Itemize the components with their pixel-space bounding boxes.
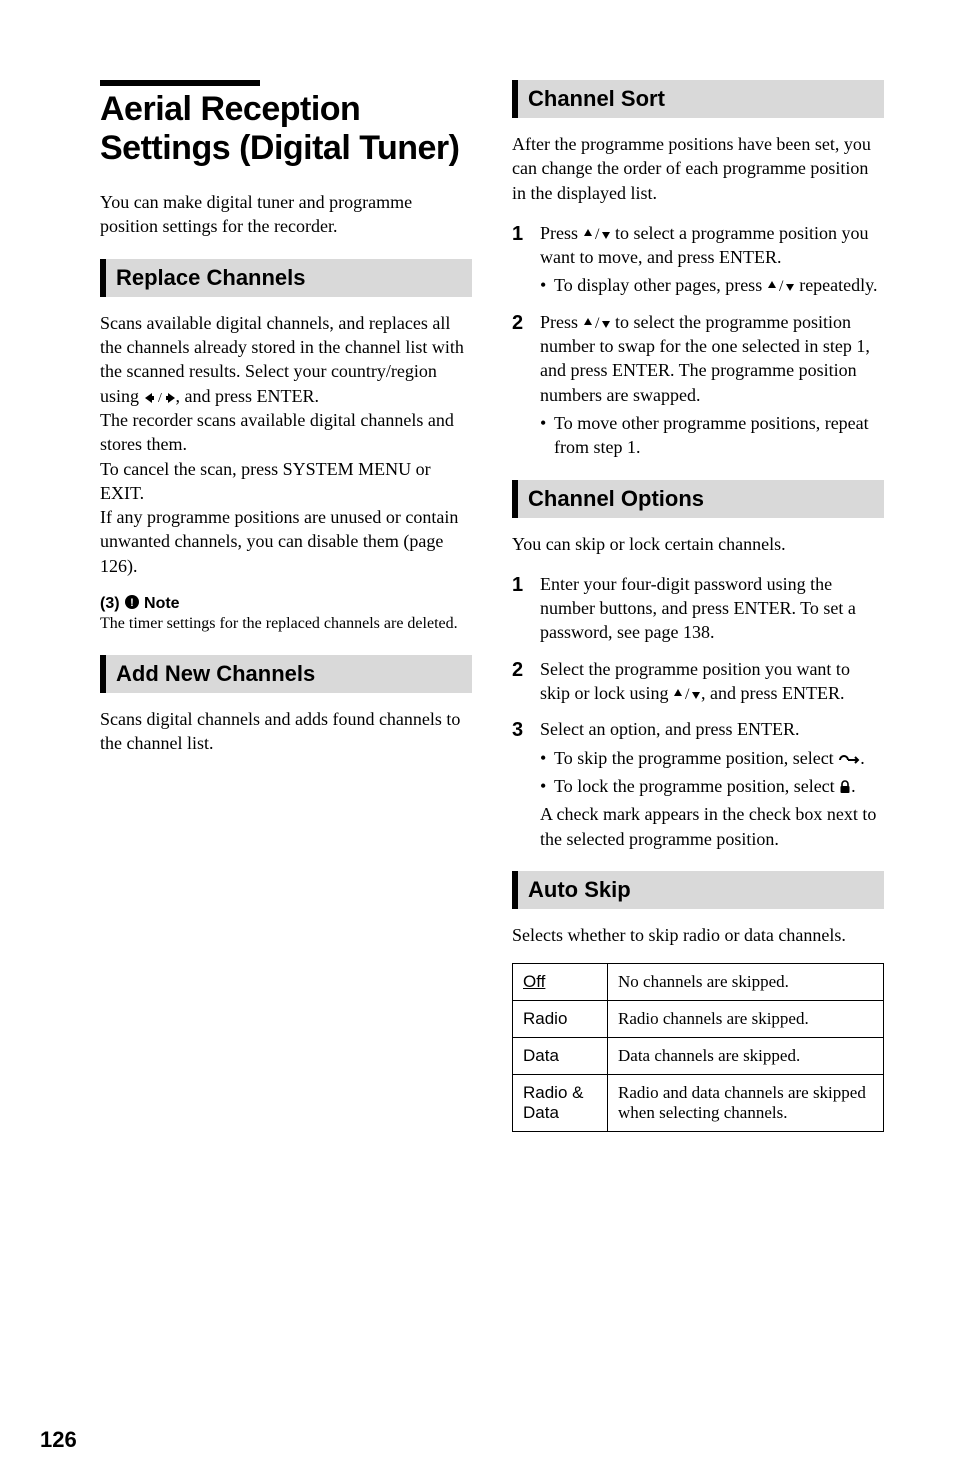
autoskip-intro: Selects whether to skip radio or data ch…: [512, 923, 884, 947]
replace-p3: The recorder scans available digital cha…: [100, 410, 454, 454]
replace-p5: If any programme positions are unused or…: [100, 507, 458, 576]
sort-step-2-sub: To move other programme positions, repea…: [540, 411, 884, 460]
up-down-arrow-icon: /: [767, 275, 795, 295]
options-intro: You can skip or lock certain channels.: [512, 532, 884, 556]
note-text: The timer settings for the replaced chan…: [100, 613, 472, 635]
opt-key: Radio: [513, 1001, 608, 1038]
section-heading-add: Add New Channels: [100, 655, 472, 693]
note-block: ! Note The timer settings for the replace…: [100, 594, 472, 635]
svg-text:!: !: [130, 597, 134, 609]
replace-para: Scans available digital channels, and re…: [100, 311, 472, 578]
page-title: Aerial Reception Settings (Digital Tuner…: [100, 90, 472, 168]
options-step-3-sub2: To lock the programme position, select .: [540, 774, 884, 798]
svg-text:/: /: [595, 316, 600, 330]
svg-text:/: /: [158, 392, 162, 404]
table-row: Off No channels are skipped.: [513, 964, 884, 1001]
skip-icon: [838, 754, 860, 766]
replace-p4: To cancel the scan, press SYSTEM MENU or…: [100, 459, 431, 503]
note-icon: !: [124, 594, 140, 610]
options-step-3: Select an option, and press ENTER. To sk…: [512, 717, 884, 850]
table-row: Data Data channels are skipped.: [513, 1038, 884, 1075]
opt-val: Radio channels are skipped.: [608, 1001, 884, 1038]
left-right-arrow-icon: /: [144, 386, 176, 406]
svg-text:/: /: [779, 279, 784, 293]
section-heading-options: Channel Options: [512, 480, 884, 518]
lock-icon: [839, 780, 851, 794]
up-down-arrow-icon: /: [583, 312, 611, 332]
section-heading-sort: Channel Sort: [512, 80, 884, 118]
table-row: Radio & Data Radio and data channels are…: [513, 1075, 884, 1132]
opt-key: Radio & Data: [513, 1075, 608, 1132]
options-step-1: Enter your four-digit password using the…: [512, 572, 884, 645]
options-step-3-sub1: To skip the programme position, select .: [540, 746, 884, 770]
svg-text:/: /: [595, 227, 600, 241]
svg-text:/: /: [685, 687, 690, 701]
sort-intro: After the programme positions have been …: [512, 132, 884, 205]
opt-val: Radio and data channels are skipped when…: [608, 1075, 884, 1132]
intro-text: You can make digital tuner and programme…: [100, 190, 472, 239]
note-heading: Note: [144, 595, 180, 612]
section-heading-replace: Replace Channels: [100, 259, 472, 297]
sort-steps: Press / to select a programme position y…: [512, 221, 884, 460]
options-step-2: Select the programme position you want t…: [512, 657, 884, 706]
up-down-arrow-icon: /: [583, 223, 611, 243]
page-number: 126: [40, 1427, 77, 1453]
sort-step-1-sub: To display other pages, press / repeated…: [540, 273, 884, 297]
options-step-3-tail: A check mark appears in the check box ne…: [540, 804, 876, 848]
table-row: Radio Radio channels are skipped.: [513, 1001, 884, 1038]
add-text: Scans digital channels and adds found ch…: [100, 707, 472, 756]
options-steps: Enter your four-digit password using the…: [512, 572, 884, 851]
replace-p2b: , and press ENTER.: [176, 386, 319, 406]
title-rule: [100, 80, 260, 86]
autoskip-table: Off No channels are skipped. Radio Radio…: [512, 963, 884, 1132]
opt-val: Data channels are skipped.: [608, 1038, 884, 1075]
sort-step-1: Press / to select a programme position y…: [512, 221, 884, 298]
opt-key: Off: [523, 972, 545, 991]
right-column: Channel Sort After the programme positio…: [512, 80, 884, 1132]
opt-key: Data: [513, 1038, 608, 1075]
section-heading-autoskip: Auto Skip: [512, 871, 884, 909]
up-down-arrow-icon: /: [673, 683, 701, 703]
opt-val: No channels are skipped.: [608, 964, 884, 1001]
left-column: Aerial Reception Settings (Digital Tuner…: [100, 80, 472, 1132]
sort-step-2: Press / to select the programme position…: [512, 310, 884, 460]
